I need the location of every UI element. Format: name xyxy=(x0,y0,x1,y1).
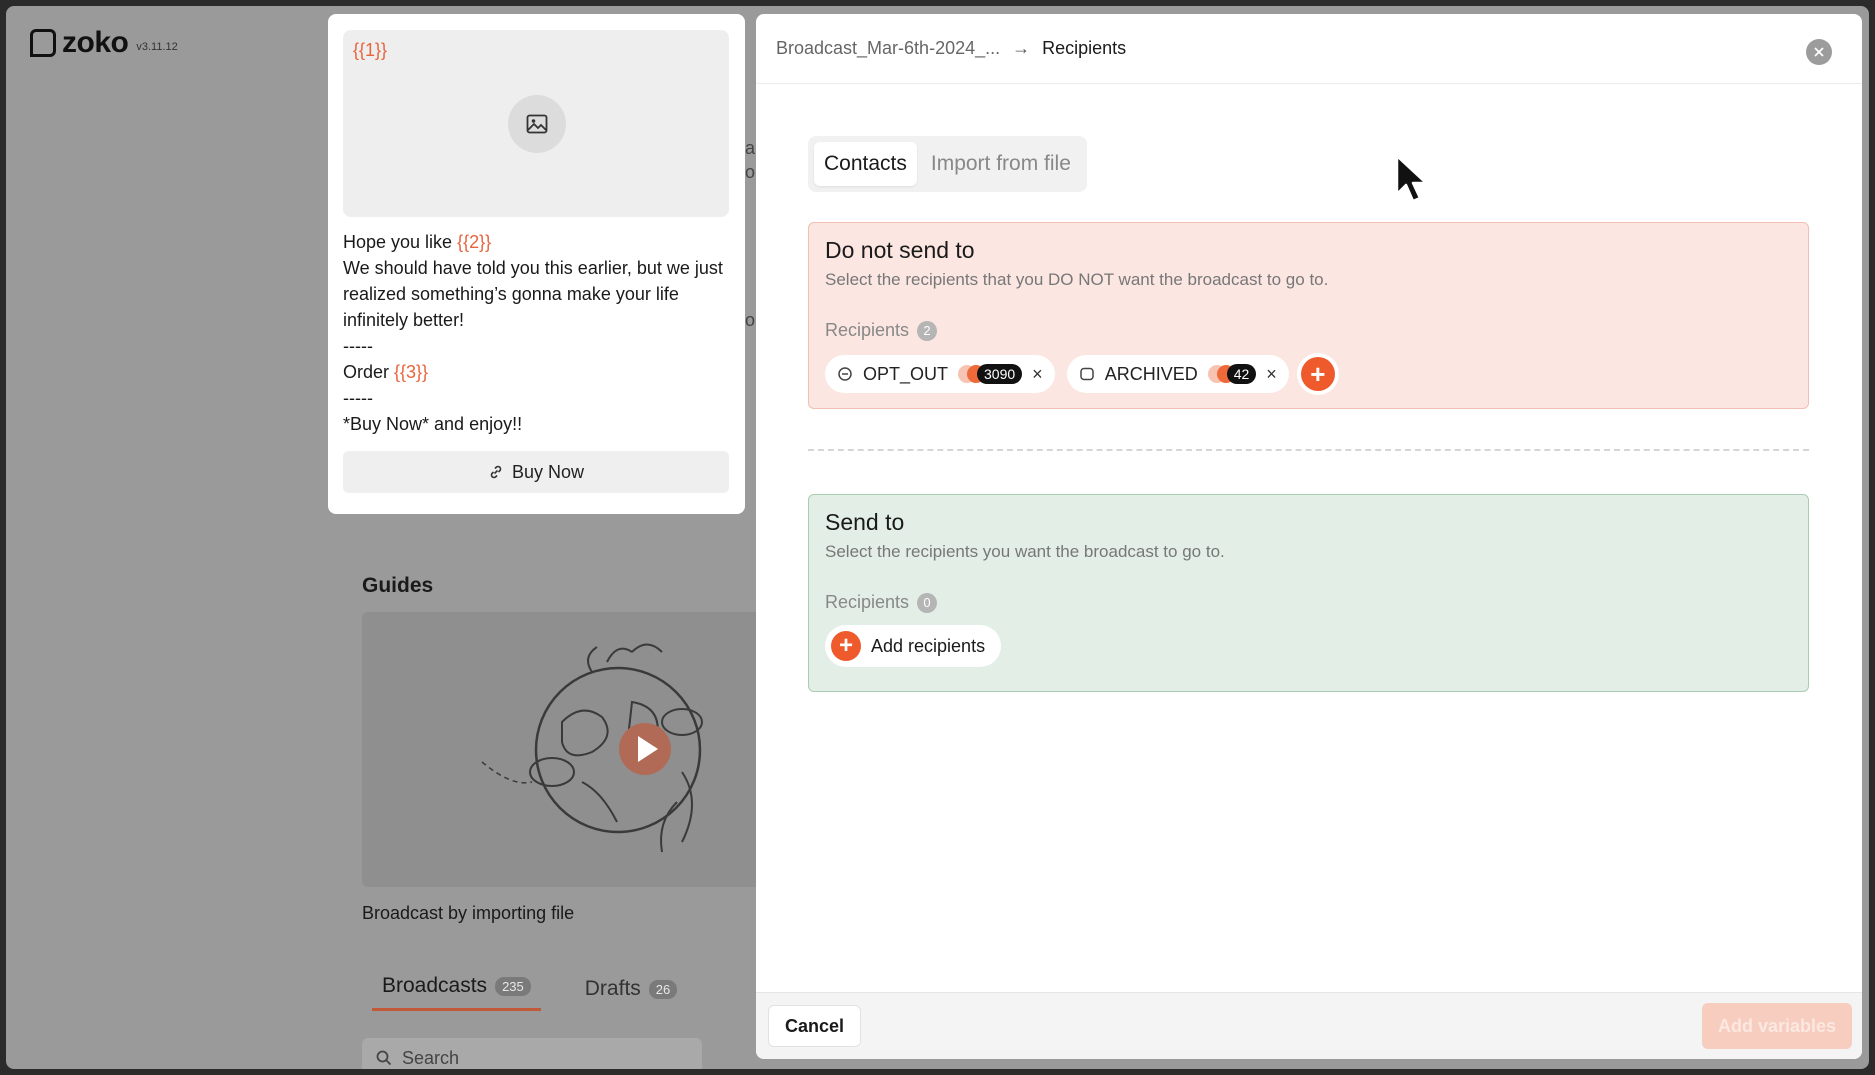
recipient-chip-archived[interactable]: ARCHIVED 42 × xyxy=(1066,355,1289,393)
preview-body: Hope you like {{2}} We should have told … xyxy=(343,229,730,437)
tab-drafts-label: Drafts xyxy=(584,977,641,1000)
arrow-right-icon: → xyxy=(1012,38,1031,58)
section-title: Send to xyxy=(825,509,905,535)
recipient-chip-opt-out[interactable]: OPT_OUT 3090 × xyxy=(825,355,1055,393)
preview-media: {{1}} xyxy=(343,30,729,217)
add-recipients-label: Add recipients xyxy=(871,635,986,656)
breadcrumb: Broadcast_Mar-6th-2024_... → Recipients xyxy=(756,14,1862,84)
add-variables-button[interactable]: Add variables xyxy=(1701,1003,1852,1049)
search-icon xyxy=(376,1050,392,1066)
send-to-section: Send to Select the recipients you want t… xyxy=(808,494,1809,692)
close-icon xyxy=(1814,47,1824,57)
guide-illustration xyxy=(481,643,703,853)
tab-import-from-file[interactable]: Import from file xyxy=(921,142,1081,186)
contact-avatars: 42 xyxy=(1207,364,1257,384)
image-placeholder-icon xyxy=(508,95,566,153)
link-icon xyxy=(490,465,502,479)
recipient-source-tabs: Contacts Import from file xyxy=(808,136,1087,192)
preview-line: We should have told you this earlier, bu… xyxy=(343,258,723,330)
tab-drafts[interactable]: Drafts 26 xyxy=(575,977,687,1011)
preview-line: *Buy Now* and enjoy!! xyxy=(343,414,523,434)
recipients-count-badge: 2 xyxy=(917,320,938,341)
zoko-logo[interactable]: zoko v3.11.12 xyxy=(30,26,178,60)
tab-broadcasts[interactable]: Broadcasts 235 xyxy=(372,974,541,1011)
guides-title: Guides xyxy=(362,574,434,597)
peek-text: o xyxy=(745,310,756,330)
body-variable: {{2}} xyxy=(457,232,492,252)
chip-count: 42 xyxy=(1226,364,1257,384)
remove-chip-icon[interactable]: × xyxy=(1266,365,1277,383)
section-divider xyxy=(808,449,1809,451)
tab-contacts[interactable]: Contacts xyxy=(814,142,917,186)
recipients-label: Recipients 0 xyxy=(825,592,1792,613)
cancel-button[interactable]: Cancel xyxy=(768,1005,862,1047)
section-subtitle: Select the recipients that you DO NOT wa… xyxy=(825,270,1329,289)
recipients-count-badge: 0 xyxy=(917,592,938,613)
guide-video-card[interactable] xyxy=(362,612,762,887)
chip-count: 3090 xyxy=(977,364,1023,384)
guide-caption: Broadcast by importing file xyxy=(362,903,575,923)
breadcrumb-parent[interactable]: Broadcast_Mar-6th-2024_... xyxy=(776,38,1000,59)
add-recipients-button[interactable]: + Add recipients xyxy=(825,625,1002,667)
opt-out-icon xyxy=(837,366,853,382)
template-preview-card: {{1}} Hope you like {{2}} We should have… xyxy=(328,14,745,514)
recipients-panel: Broadcast_Mar-6th-2024_... → Recipients … xyxy=(756,14,1862,1059)
preview-line: Order {{3}} xyxy=(343,362,429,382)
peek-text: o xyxy=(745,162,756,182)
buy-now-button[interactable]: Buy Now xyxy=(343,451,729,493)
chip-label: OPT_OUT xyxy=(863,363,949,384)
zoko-logo-icon xyxy=(30,29,56,57)
media-variable: {{1}} xyxy=(353,40,388,60)
broadcast-tabs: Broadcasts 235 Drafts 26 xyxy=(372,974,687,1011)
section-subtitle: Select the recipients you want the broad… xyxy=(825,542,1225,561)
tab-broadcasts-count: 235 xyxy=(495,976,531,996)
contact-avatars: 3090 xyxy=(958,364,1023,384)
preview-line: ----- xyxy=(343,388,373,408)
preview-line: Hope you like {{2}} xyxy=(343,232,492,252)
tab-drafts-count: 26 xyxy=(648,979,678,999)
tab-broadcasts-label: Broadcasts xyxy=(382,974,488,997)
app-version: v3.11.12 xyxy=(136,41,178,53)
close-button[interactable] xyxy=(1806,39,1832,65)
body-variable: {{3}} xyxy=(394,362,429,382)
chip-label: ARCHIVED xyxy=(1104,363,1198,384)
panel-footer: Cancel Add variables xyxy=(756,992,1862,1059)
section-title: Do not send to xyxy=(825,237,975,263)
peek-text: a xyxy=(745,138,756,158)
excluded-recipient-chips: OPT_OUT 3090 × ARCHIVED 42 × + xyxy=(825,355,1792,393)
buy-now-label: Buy Now xyxy=(511,461,585,482)
plus-icon: + xyxy=(1310,358,1326,389)
mouse-cursor-icon xyxy=(1395,154,1428,203)
app-name: zoko xyxy=(62,26,129,59)
remove-chip-icon[interactable]: × xyxy=(1032,365,1043,383)
recipients-label: Recipients 2 xyxy=(825,320,1792,341)
search-placeholder: Search xyxy=(402,1047,460,1068)
add-excluded-recipient-button[interactable]: + xyxy=(1300,357,1335,391)
archive-icon xyxy=(1079,366,1095,382)
preview-line: ----- xyxy=(343,336,373,356)
plus-icon: + xyxy=(831,631,861,661)
breadcrumb-current: Recipients xyxy=(1042,38,1127,58)
do-not-send-section: Do not send to Select the recipients tha… xyxy=(808,222,1809,409)
search-input[interactable]: Search xyxy=(362,1038,702,1069)
